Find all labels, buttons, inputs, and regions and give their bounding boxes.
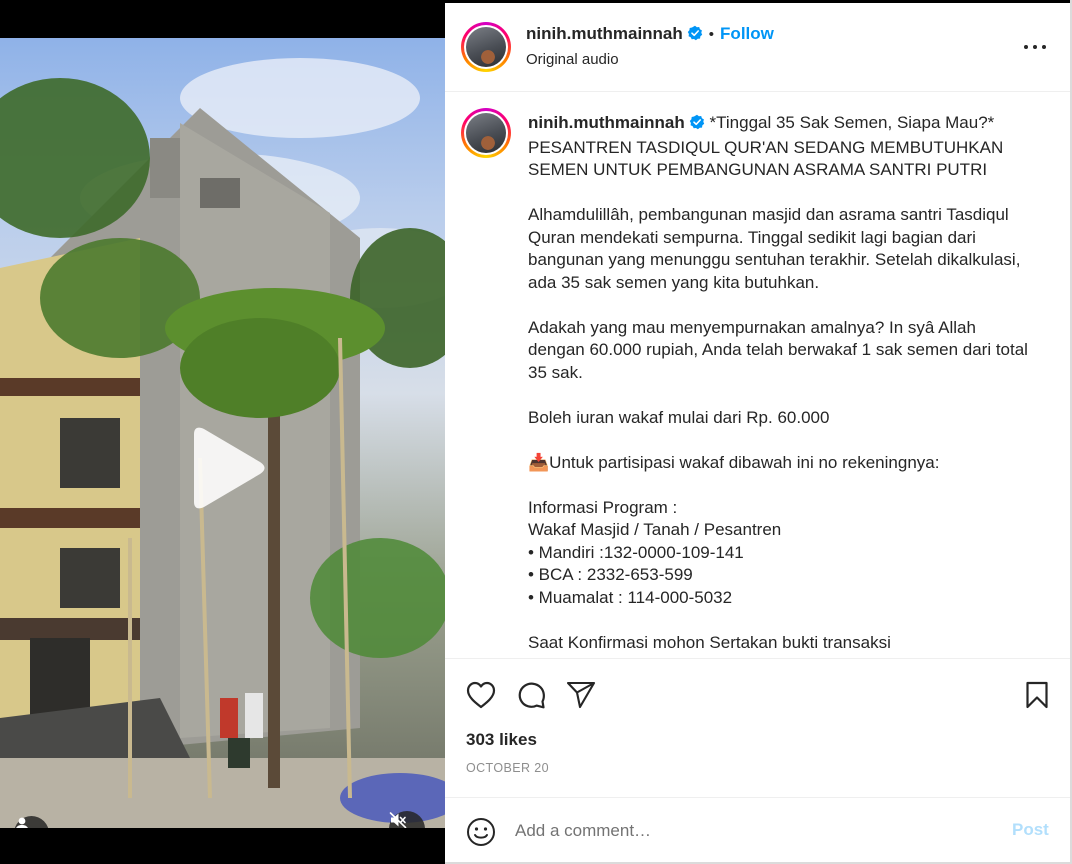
caption-paragraph: Adakah yang mau menyempurnakan amalnya? … [528, 317, 1028, 382]
caption-paragraph: Alhamdulillâh, pembangunan masjid dan as… [528, 205, 1021, 292]
caption-area: ninih.muthmainnah *Tinggal 35 Sak Semen,… [445, 92, 1070, 658]
emoji-button[interactable] [466, 817, 496, 847]
play-icon [194, 427, 265, 509]
avatar-ring-inner [464, 111, 508, 155]
avatar-image [466, 113, 506, 153]
emoji-icon [467, 818, 495, 846]
separator-dot: • [708, 26, 715, 43]
post-date[interactable]: OCTOBER 20 [466, 761, 549, 775]
follow-button[interactable]: Follow [720, 24, 774, 43]
header-user-line: ninih.muthmainnah • Follow [526, 24, 774, 46]
author-username[interactable]: ninih.muthmainnah [526, 24, 683, 43]
speaker-muted-icon [389, 812, 407, 828]
avatar-ring-inner [464, 25, 508, 69]
user-icon [16, 817, 28, 828]
media-area [0, 0, 445, 864]
post-comment-button[interactable]: Post [1012, 820, 1049, 840]
more-options-icon [1024, 45, 1046, 49]
caption-author-avatar[interactable] [461, 108, 511, 158]
paper-plane-icon [566, 681, 596, 709]
caption-paragraph: 📥Untuk partisipasi wakaf dibawah ini no … [528, 452, 940, 472]
caption-paragraph: Boleh iuran wakaf mulai dari Rp. 60.000 [528, 407, 830, 427]
more-options-button[interactable] [1023, 37, 1047, 57]
caption-text: ninih.muthmainnah *Tinggal 35 Sak Semen,… [528, 112, 1028, 658]
share-button[interactable] [565, 679, 597, 711]
caption-username[interactable]: ninih.muthmainnah [528, 113, 685, 132]
verified-badge-icon [687, 25, 703, 46]
like-count[interactable]: 303 likes [466, 730, 537, 750]
post-actions: 303 likes OCTOBER 20 [445, 658, 1070, 798]
original-audio-link[interactable]: Original audio [526, 51, 619, 68]
comment-icon [518, 682, 545, 709]
comment-button[interactable] [515, 679, 547, 711]
save-button[interactable] [1021, 679, 1053, 711]
author-avatar[interactable] [461, 22, 511, 72]
caption-paragraph: Saat Konfirmasi mohon Sertakan bukti tra… [528, 632, 891, 652]
caption-paragraph: ninih.muthmainnah *Tinggal 35 Sak Semen,… [528, 112, 1028, 182]
caption-paragraph: Informasi Program : Wakaf Masjid / Tanah… [528, 497, 782, 607]
comment-bar: Post [445, 797, 1070, 863]
post-details-panel: ninih.muthmainnah • Follow Original audio … [445, 3, 1070, 862]
play-button[interactable] [186, 426, 266, 510]
comment-input[interactable] [515, 818, 995, 844]
avatar-image [466, 27, 506, 67]
bookmark-icon [1026, 681, 1048, 709]
like-button[interactable] [465, 679, 497, 711]
video-player[interactable] [0, 38, 445, 828]
verified-badge-icon [689, 114, 705, 137]
heart-icon [466, 681, 496, 709]
post-header: ninih.muthmainnah • Follow Original audio [445, 3, 1070, 92]
